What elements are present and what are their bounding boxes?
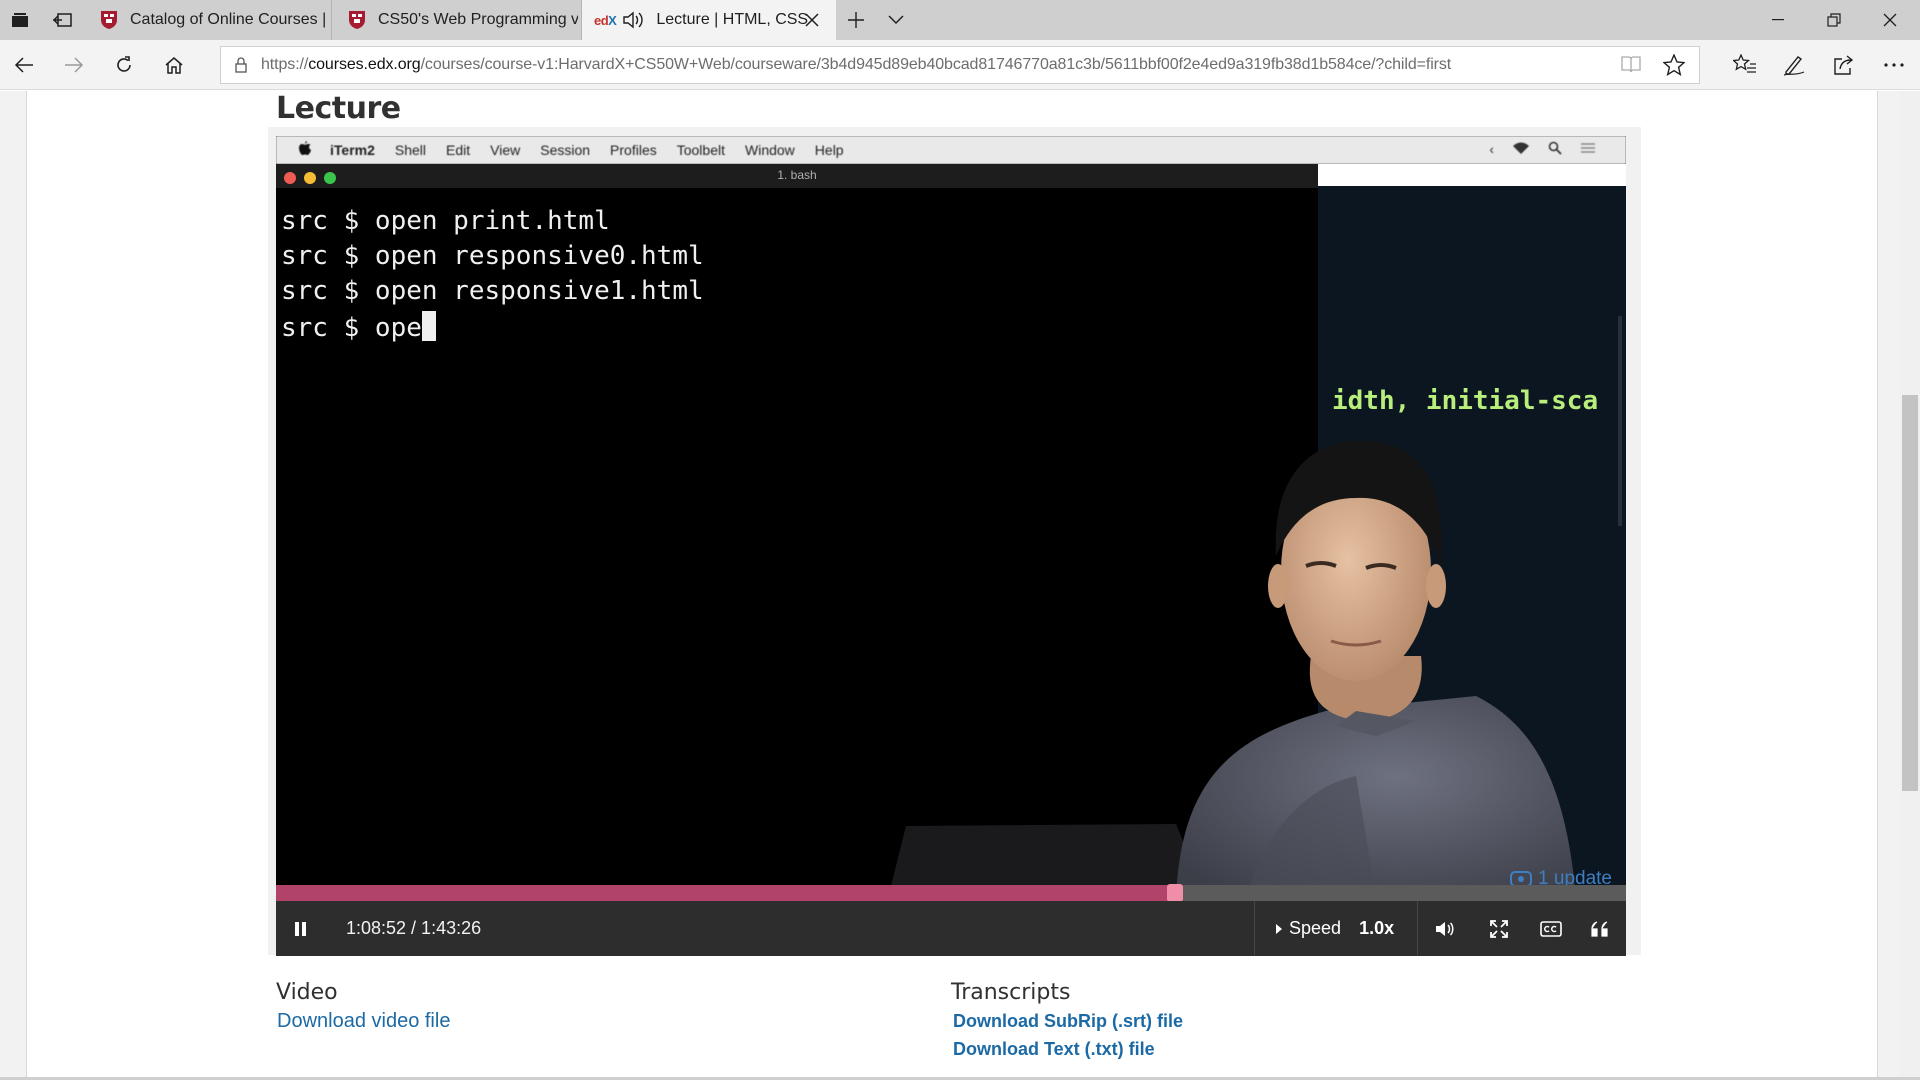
speed-value: 1.0x [1359, 918, 1395, 938]
closed-captions-button[interactable] [1526, 901, 1576, 956]
speed-label: Speed [1289, 918, 1342, 938]
tab-manager-icon[interactable] [0, 0, 40, 40]
video-progress-bar[interactable] [276, 884, 1626, 902]
address-bar[interactable]: https://courses.edx.org/courses/course-v… [220, 46, 1700, 84]
home-icon[interactable] [154, 45, 194, 85]
harvard-shield-icon [98, 9, 120, 31]
audio-playing-icon[interactable] [622, 10, 644, 30]
favorite-star-icon[interactable] [1662, 53, 1686, 81]
page-title: Lecture [276, 91, 401, 126]
scrollbar-thumb[interactable] [1902, 395, 1918, 791]
lock-icon[interactable] [221, 57, 261, 73]
tab-catalog[interactable]: Catalog of Online Courses | [84, 0, 332, 40]
favorites-list-icon[interactable] [1725, 45, 1765, 85]
fullscreen-icon [1490, 919, 1508, 938]
url-text[interactable]: https://courses.edx.org/courses/course-v… [261, 56, 1611, 74]
closed-captions-icon [1540, 920, 1562, 937]
forward-arrow-icon[interactable] [54, 45, 94, 85]
quote-icon [1591, 920, 1608, 937]
volume-button[interactable] [1418, 901, 1472, 956]
tab-title: CS50's Web Programming v [378, 11, 578, 28]
tab-preview-chevron-icon[interactable] [876, 0, 916, 40]
tab-title: Catalog of Online Courses | [130, 11, 327, 28]
refresh-icon[interactable] [104, 45, 144, 85]
video-screen[interactable]: iTerm2 Shell Edit View Session Profiles … [276, 136, 1626, 930]
web-note-pen-icon[interactable] [1774, 45, 1814, 85]
volume-icon [1436, 921, 1454, 936]
pause-button[interactable] [276, 901, 326, 956]
close-window-icon[interactable] [1862, 0, 1918, 40]
transcript-toggle-button[interactable] [1576, 901, 1626, 956]
video-downloads-heading: Video [276, 980, 338, 1005]
video-progress-fill [276, 885, 1175, 901]
back-arrow-icon[interactable] [4, 45, 44, 85]
navigation-bar: https://courses.edx.org/courses/course-v… [0, 40, 1920, 90]
more-options-icon[interactable] [1874, 45, 1914, 85]
page-viewport: Lecture iTerm2 Shell Edit View Session P… [0, 91, 1920, 1077]
share-icon[interactable] [1824, 45, 1864, 85]
transcripts-heading: Transcripts [951, 980, 1071, 1005]
tab-title: Lecture | HTML, CSS [656, 11, 809, 28]
set-aside-tabs-icon[interactable] [42, 0, 82, 40]
new-tab-icon[interactable] [836, 0, 876, 40]
tab-bar: Catalog of Online Courses | CS50's Web P… [0, 0, 1920, 40]
presenter-figure [888, 440, 1576, 898]
tab-cs50-web[interactable]: CS50's Web Programming v [332, 0, 582, 40]
restore-icon[interactable] [1806, 0, 1862, 40]
tab-lecture[interactable]: edX Lecture | HTML, CSS [582, 0, 836, 40]
reading-view-icon[interactable] [1621, 55, 1641, 78]
page-scrollbar[interactable] [1900, 91, 1920, 1077]
harvard-shield-icon [346, 9, 368, 31]
caret-right-icon [1276, 923, 1282, 934]
video-controls: 1:08:52 / 1:43:26 Speed 1.0x [276, 901, 1626, 956]
download-txt-link[interactable]: Download Text (.txt) file [953, 1039, 1155, 1060]
pause-icon [295, 921, 306, 936]
download-srt-link[interactable]: Download SubRip (.srt) file [953, 1011, 1183, 1032]
minimize-icon[interactable] [1750, 0, 1806, 40]
video-time: 1:08:52 / 1:43:26 [346, 918, 482, 938]
video-scrubber-handle[interactable] [1167, 884, 1183, 902]
close-tab-icon[interactable] [802, 10, 822, 30]
fullscreen-button[interactable] [1472, 901, 1526, 956]
edx-logo-icon: edX [594, 12, 617, 28]
download-video-link[interactable]: Download video file [277, 1010, 450, 1033]
speed-button[interactable]: Speed 1.0x [1254, 901, 1418, 956]
